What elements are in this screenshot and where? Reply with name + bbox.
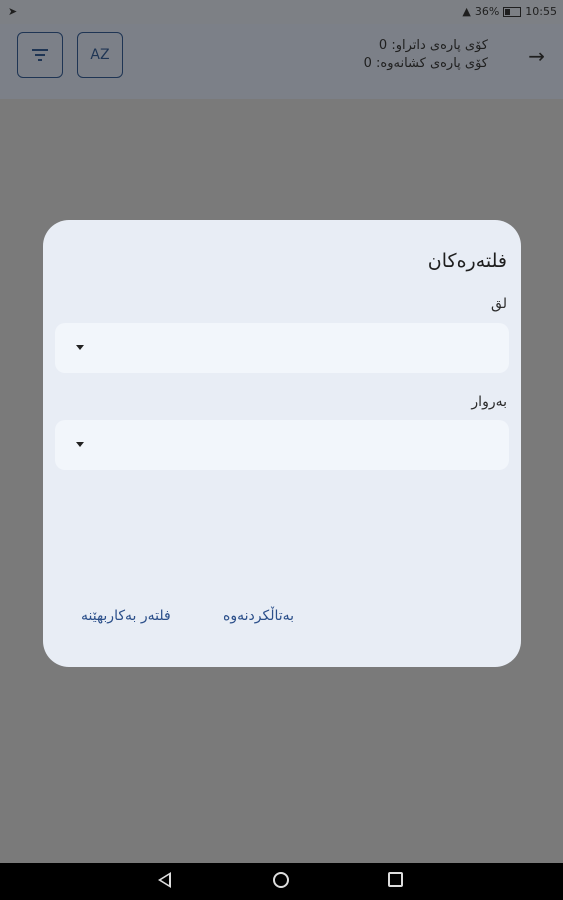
status-right: ▲ 36% 10:55 <box>462 5 557 18</box>
battery-percent: 36% <box>474 5 500 18</box>
filter-icon <box>32 49 48 61</box>
battery-icon <box>503 6 522 17</box>
status-bar: ➤ ▲ 36% 10:55 <box>0 0 563 24</box>
branch-label: لق <box>491 296 507 312</box>
send-icon: ➤ <box>8 5 18 18</box>
apply-filter-button[interactable]: فلتەر بەکاربهێنە <box>81 608 171 624</box>
caret-down-icon <box>76 442 84 447</box>
sort-button[interactable]: AZ <box>77 32 123 78</box>
totals-summary: کۆی پارەی داتراو: 0 کۆی پارەی کشانەوە: 0 <box>364 37 488 73</box>
total-withdrawn: کۆی پارەی کشانەوە: 0 <box>363 56 488 71</box>
navigation-bar <box>0 863 563 900</box>
signal-icon: ▲ <box>462 5 471 18</box>
clock: 10:55 <box>525 5 557 18</box>
sort-az-icon: AZ <box>90 47 110 63</box>
nav-back-icon[interactable] <box>158 872 171 888</box>
filter-button[interactable] <box>17 32 63 78</box>
date-dropdown[interactable] <box>55 420 509 470</box>
total-received: کۆی پارەی داتراو: 0 <box>378 38 488 53</box>
filters-dialog: فلتەرەکان لق بەروار فلتەر بەکاربهێنە بەت… <box>43 220 521 667</box>
branch-dropdown[interactable] <box>55 323 509 373</box>
date-label: بەروار <box>471 394 507 410</box>
clear-button[interactable]: بەتاڵکردنەوە <box>223 608 294 624</box>
nav-home-icon[interactable] <box>273 872 289 888</box>
dialog-title: فلتەرەکان <box>427 250 507 272</box>
app-bar: AZ کۆی پارەی داتراو: 0 کۆی پارەی کشانەوە… <box>0 24 563 99</box>
caret-down-icon <box>76 345 84 350</box>
arrow-right-icon[interactable]: → <box>528 44 545 68</box>
nav-recents-icon[interactable] <box>388 872 403 887</box>
